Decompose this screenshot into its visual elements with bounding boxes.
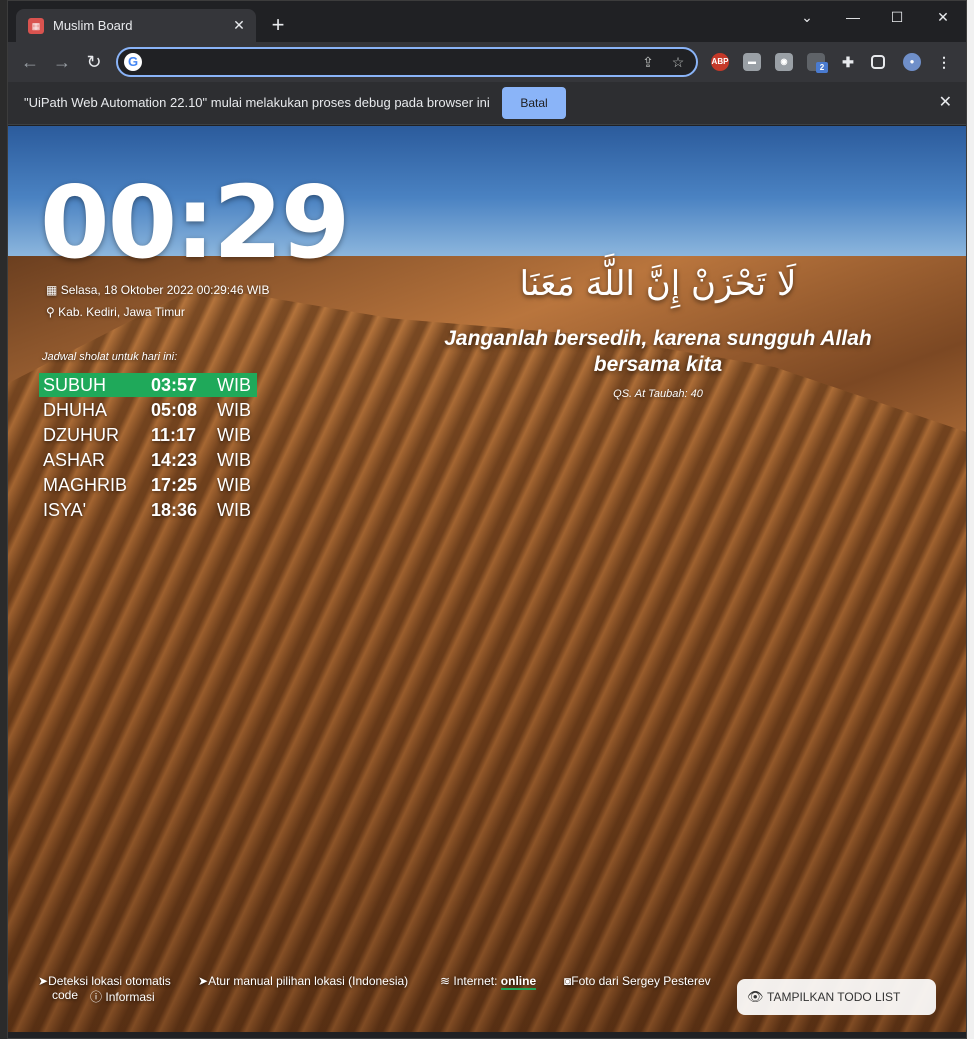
side-panel-icon[interactable] (871, 55, 885, 69)
site-favicon-icon: ▦ (28, 18, 44, 34)
tab-title: Muslim Board (53, 18, 133, 33)
tab-close-button[interactable]: ✕ (230, 16, 248, 34)
tab-search-button[interactable]: ⌄ (784, 5, 830, 29)
prayer-name: SUBUH (43, 375, 107, 395)
adblock-plus-icon[interactable]: ABP (711, 53, 729, 71)
location-text: Kab. Kediri, Jawa Timur (58, 305, 185, 319)
location-arrow-icon: ➤ (38, 974, 49, 988)
quote-translation: Janganlah bersedih, karena sungguh Allah… (444, 327, 872, 376)
prayer-zone: WIB (217, 400, 251, 420)
map-marker-icon: ⚲ (46, 305, 55, 319)
internet-status-value: online (500, 974, 537, 990)
cancel-debug-button[interactable]: Batal (502, 87, 566, 119)
information-label: Informasi (105, 990, 155, 1004)
manual-location-link[interactable]: ➤Atur manual pilihan lokasi (Indonesia) (198, 974, 408, 988)
eye-icon: 👁 (747, 989, 764, 1004)
chat-extension-icon[interactable]: ▬ (743, 53, 761, 71)
prayer-row-maghrib: MAGHRIB 17:25 WIB (39, 473, 257, 497)
detect-location-label: Deteksi lokasi otomatis (48, 974, 171, 988)
share-icon[interactable]: ⇪ (638, 52, 658, 72)
profile-avatar[interactable]: ● (903, 53, 921, 71)
clock-time: 00:29 (40, 164, 350, 281)
photo-credit-label: Foto dari Sergey Pesterev (571, 974, 711, 988)
prayer-zone: WIB (217, 500, 251, 520)
bookmark-star-icon[interactable]: ☆ (668, 52, 688, 72)
show-todo-list-button[interactable]: 👁 TAMPILKAN TODO LIST (737, 979, 936, 1015)
google-icon: G (124, 53, 142, 71)
menu-kebab-icon[interactable]: ⋮ (935, 53, 953, 71)
prayer-row-subuh: SUBUH 03:57 WIB (39, 373, 257, 397)
prayer-row-dhuha: DHUHA 05:08 WIB (39, 398, 257, 422)
tab-strip: ▦ Muslim Board ✕ + ⌄ — ☐ ✕ (8, 1, 966, 42)
prayer-zone: WIB (217, 475, 251, 495)
prayer-zone: WIB (217, 450, 251, 470)
infobar-close-icon[interactable]: ✕ (939, 92, 952, 112)
info-icon: ⓘ (90, 990, 103, 1004)
address-bar[interactable]: G ⇪ ☆ (116, 47, 698, 77)
background-window-edge (967, 0, 974, 1039)
quote-source: QS. At Taubah: 40 (613, 388, 703, 400)
maximize-button[interactable]: ☐ (874, 5, 920, 29)
prayer-zone: WIB (217, 375, 251, 395)
prayer-name: ASHAR (43, 450, 106, 470)
tab-muslim-board[interactable]: ▦ Muslim Board ✕ (16, 9, 256, 42)
prayer-row-dzuhur: DZUHUR 11:17 WIB (39, 423, 257, 447)
wifi-icon: ≋ (440, 974, 451, 988)
forward-arrow-icon[interactable]: → (50, 50, 74, 74)
muslim-board-page: 00:29 ▦ Selasa, 18 Oktober 2022 00:29:46… (8, 126, 966, 1032)
desktop-edge-left (0, 0, 7, 1039)
internet-label: Internet: (453, 974, 498, 988)
back-arrow-icon[interactable]: ← (18, 50, 42, 74)
prayer-time: 03:57 (151, 375, 198, 395)
quote-arabic: لَا تَحْزَنْ إِنَّ اللَّهَ مَعَنَا (519, 264, 797, 304)
browser-toolbar: ← → ↻ G ⇪ ☆ ABP ▬ ◉ 2 ✚ ● ⋮ (8, 42, 966, 82)
prayer-row-isya: ISYA' 18:36 WIB (39, 498, 257, 522)
debug-infobar: "UiPath Web Automation 22.10" mulai mela… (8, 82, 966, 125)
prayer-time: 05:08 (151, 400, 198, 420)
prayer-name: MAGHRIB (43, 475, 128, 495)
new-tab-button[interactable]: + (266, 13, 290, 37)
date-text: Selasa, 18 Oktober 2022 00:29:46 WIB (60, 283, 270, 297)
camera-extension-icon[interactable]: ◉ (775, 53, 793, 71)
minimize-button[interactable]: — (830, 5, 876, 29)
calendar-icon: ▦ (46, 283, 58, 297)
todo-button-label: TAMPILKAN TODO LIST (767, 990, 901, 1004)
prayer-time: 18:36 (151, 500, 198, 520)
prayer-name: DHUHA (43, 400, 108, 420)
prayer-time: 11:17 (151, 425, 197, 445)
manual-location-label: Atur manual pilihan lokasi (Indonesia) (208, 974, 409, 988)
prayer-zone: WIB (217, 425, 251, 445)
photo-credit-link[interactable]: ◙Foto dari Sergey Pesterev (564, 974, 711, 988)
ublock-extension-icon[interactable]: 2 (807, 53, 828, 73)
internet-status: ≋ Internet: online (440, 974, 537, 990)
prayer-time: 17:25 (151, 475, 198, 495)
infobar-message: "UiPath Web Automation 22.10" mulai mela… (24, 95, 490, 110)
information-link[interactable]: ⓘ Informasi (90, 988, 155, 1005)
prayer-name: ISYA' (43, 500, 87, 520)
date-line: ▦ Selasa, 18 Oktober 2022 00:29:46 WIB (46, 283, 270, 297)
detect-location-link[interactable]: ➤Deteksi lokasi otomatis (38, 974, 171, 988)
location-arrow-icon: ➤ (198, 974, 209, 988)
reload-icon[interactable]: ↻ (82, 50, 106, 74)
close-window-button[interactable]: ✕ (920, 5, 966, 29)
source-code-link[interactable]: code (52, 988, 78, 1002)
extension-badge: 2 (816, 62, 828, 73)
prayer-row-ashar: ASHAR 14:23 WIB (39, 448, 257, 472)
location-line: ⚲ Kab. Kediri, Jawa Timur (46, 305, 185, 319)
prayer-name: DZUHUR (43, 425, 119, 445)
extensions-puzzle-icon[interactable]: ✚ (839, 53, 857, 71)
prayer-time: 14:23 (151, 450, 198, 470)
schedule-title: Jadwal sholat untuk hari ini: (42, 351, 178, 363)
browser-window: ▦ Muslim Board ✕ + ⌄ — ☐ ✕ ← → ↻ G ⇪ ☆ A… (7, 0, 967, 1039)
